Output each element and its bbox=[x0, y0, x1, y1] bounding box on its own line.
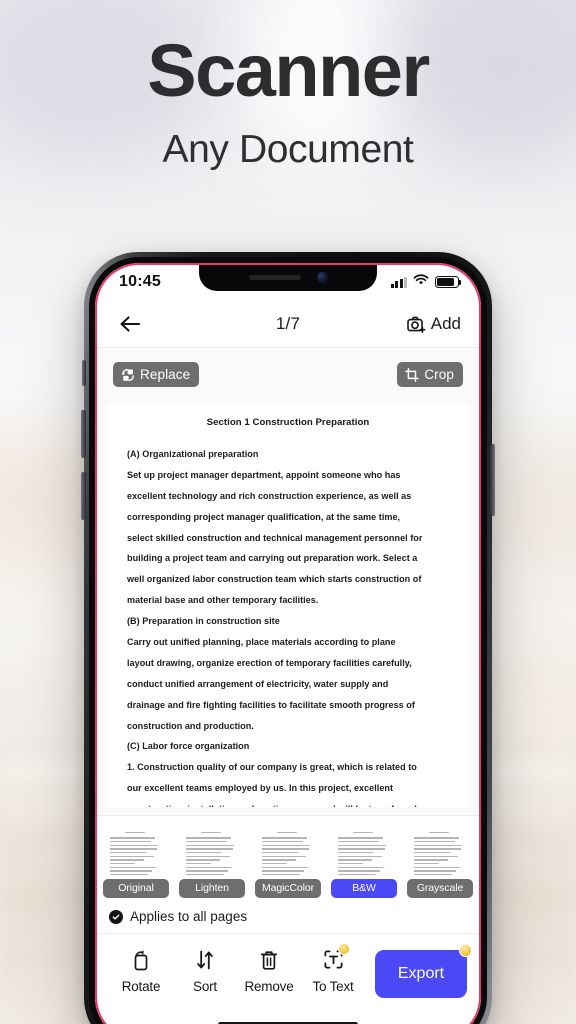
document-line: conduct unified arrangement of electrici… bbox=[127, 678, 389, 689]
premium-badge-icon bbox=[337, 943, 350, 955]
volume-down-button[interactable] bbox=[81, 472, 86, 520]
to-text-button[interactable]: To Text bbox=[301, 943, 365, 994]
replace-button[interactable]: Replace bbox=[113, 362, 200, 387]
document-line: Set up project manager department, appoi… bbox=[127, 469, 401, 480]
export-button-wrap: Export bbox=[375, 944, 472, 998]
filter-label: Original bbox=[103, 879, 169, 898]
filter-option-magiccolor[interactable]: MagicColor bbox=[255, 826, 321, 898]
document-line: layout drawing, organize erection of tem… bbox=[127, 657, 412, 668]
document-heading: Section 1 Construction Preparation bbox=[206, 417, 370, 428]
remove-button[interactable]: Remove bbox=[237, 948, 301, 994]
document-line: building a project team and carrying out… bbox=[127, 553, 418, 564]
camera-add-icon bbox=[406, 316, 426, 333]
scanned-page[interactable]: Section 1 Construction Preparation (A) O… bbox=[107, 403, 469, 807]
filter-thumbnail bbox=[179, 826, 245, 876]
document-line: construction, installation and coating p… bbox=[127, 805, 449, 807]
document-line: corresponding project manager qualificat… bbox=[127, 511, 401, 522]
sort-icon bbox=[195, 948, 215, 972]
filter-label: MagicColor bbox=[255, 879, 321, 898]
document-line: well organized labor construction team w… bbox=[127, 574, 422, 585]
status-bar-icons bbox=[390, 273, 462, 291]
sort-button[interactable]: Sort bbox=[173, 948, 237, 994]
rotate-label: Rotate bbox=[121, 979, 161, 994]
crop-icon bbox=[405, 367, 420, 382]
edit-actions-row: Replace Crop bbox=[95, 362, 481, 387]
add-page-label: Add bbox=[430, 314, 461, 333]
rotate-button[interactable]: Rotate bbox=[109, 948, 173, 994]
crop-label: Crop bbox=[424, 367, 454, 382]
document-line: construction and production. bbox=[127, 720, 254, 731]
phone-screen: 10:45 1/7 Add Replace Crop Section 1 Con… bbox=[95, 263, 481, 1024]
battery-icon bbox=[435, 276, 462, 288]
applies-to-all-pages-label: Applies to all pages bbox=[130, 909, 248, 924]
to-text-label: To Text bbox=[312, 979, 354, 994]
rotate-icon bbox=[131, 948, 151, 972]
mute-switch[interactable] bbox=[82, 360, 86, 386]
document-line: (B) Preparation in construction site bbox=[127, 616, 280, 627]
filter-option-original[interactable]: Original bbox=[103, 826, 169, 898]
notch bbox=[199, 263, 377, 291]
volume-up-button[interactable] bbox=[81, 410, 86, 458]
status-bar-time: 10:45 bbox=[119, 273, 161, 290]
filter-strip: Original Lighten MagicColor B&W Grayscale bbox=[95, 815, 481, 902]
power-button[interactable] bbox=[490, 444, 495, 516]
crop-button[interactable]: Crop bbox=[397, 362, 463, 387]
app-nav-bar: 1/7 Add bbox=[95, 301, 481, 347]
filter-label: Lighten bbox=[179, 879, 245, 898]
filter-label: Grayscale bbox=[407, 879, 473, 898]
document-preview-area: Replace Crop Section 1 Construction Prep… bbox=[95, 347, 481, 815]
document-line: 1. Construction quality of our company i… bbox=[127, 762, 417, 773]
wifi-icon bbox=[413, 273, 429, 291]
to-text-icon bbox=[323, 943, 350, 972]
filter-thumbnail bbox=[407, 826, 473, 876]
document-line: select skilled construction and technica… bbox=[127, 532, 423, 543]
hero-text-block: Scanner Any Document bbox=[0, 29, 576, 171]
check-circle-icon bbox=[109, 909, 123, 924]
document-line: Carry out unified planning, place materi… bbox=[127, 637, 396, 648]
filter-thumbnail bbox=[331, 826, 397, 876]
document-line: material base and other temporary facili… bbox=[127, 595, 319, 606]
cellular-signal-icon bbox=[390, 276, 407, 288]
trash-icon bbox=[259, 948, 279, 972]
filter-option-grayscale[interactable]: Grayscale bbox=[407, 826, 473, 898]
earpiece-speaker bbox=[248, 274, 301, 280]
document-line: excellent technology and rich constructi… bbox=[127, 490, 412, 501]
replace-label: Replace bbox=[140, 367, 191, 382]
sort-label: Sort bbox=[193, 979, 217, 994]
filter-option-b-w[interactable]: B&W bbox=[331, 826, 397, 898]
filter-option-lighten[interactable]: Lighten bbox=[179, 826, 245, 898]
front-camera-icon bbox=[316, 271, 328, 283]
bottom-toolbar: Rotate Sort Remove To Text Export bbox=[95, 934, 481, 1024]
document-line: (C) Labor force organization bbox=[127, 741, 250, 752]
premium-badge-icon bbox=[459, 944, 472, 957]
filter-label: B&W bbox=[331, 879, 397, 898]
document-line: our excellent teams employed by us. In t… bbox=[127, 783, 394, 794]
document-line: (A) Organizational preparation bbox=[127, 449, 259, 459]
filter-thumbnail bbox=[103, 826, 169, 876]
applies-to-all-pages-toggle[interactable]: Applies to all pages bbox=[95, 902, 481, 934]
add-page-button[interactable]: Add bbox=[406, 314, 461, 334]
promo-screenshot: Scanner Any Document 10:45 1/7 Add Repla… bbox=[0, 0, 576, 1024]
replace-icon bbox=[122, 368, 135, 381]
filter-thumbnail bbox=[255, 826, 321, 876]
document-line: drainage and fire fighting facilities to… bbox=[127, 699, 415, 710]
page-title: Scanner bbox=[147, 29, 430, 112]
export-button[interactable]: Export bbox=[375, 950, 467, 998]
document-body: (A) Organizational preparation Set up pro… bbox=[127, 449, 449, 807]
phone-mockup: 10:45 1/7 Add Replace Crop Section 1 Con… bbox=[81, 252, 495, 1024]
remove-label: Remove bbox=[244, 979, 294, 994]
page-subtitle: Any Document bbox=[162, 128, 414, 171]
